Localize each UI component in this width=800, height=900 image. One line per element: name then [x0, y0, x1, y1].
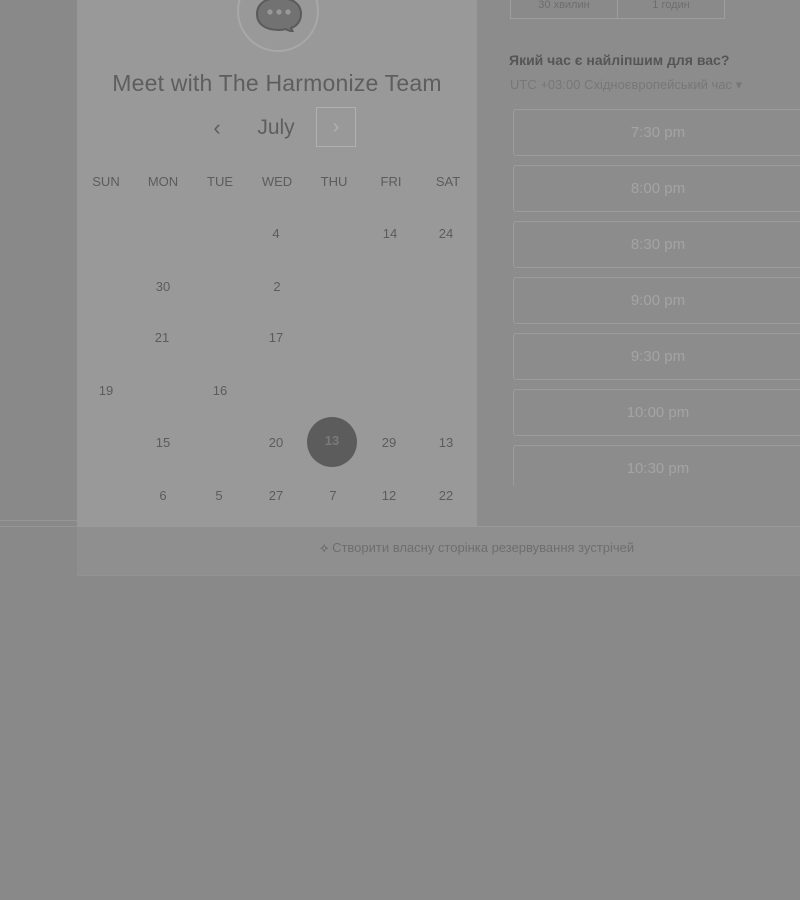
calendar-day[interactable]: 5: [199, 488, 239, 503]
calendar-day[interactable]: 17: [256, 330, 296, 345]
calendar-day[interactable]: 2: [257, 279, 297, 294]
calendar-day[interactable]: 24: [426, 226, 466, 241]
time-slot[interactable]: 10:30 pm: [513, 445, 800, 487]
calendar-day[interactable]: 7: [313, 488, 353, 503]
time-slot[interactable]: 10:00 pm: [513, 389, 800, 436]
create-booking-page-link[interactable]: ⟡ Створити власну сторінка резервування …: [77, 540, 800, 556]
duration-option-30min[interactable]: 30 хвилин: [510, 0, 618, 19]
calendar-day-selected[interactable]: 13: [307, 417, 357, 467]
weekday-header: WED: [261, 174, 293, 189]
calendar-day[interactable]: 22: [426, 488, 466, 503]
weekday-header: SUN: [92, 174, 120, 189]
calendar-day[interactable]: 21: [142, 330, 182, 345]
weekday-header: SAT: [435, 174, 461, 189]
divider: [0, 520, 77, 521]
meeting-title: Meet with The Harmonize Team: [112, 70, 442, 96]
calendar-day[interactable]: 14: [370, 226, 410, 241]
calendar-day[interactable]: 20: [256, 435, 296, 450]
calendar-day[interactable]: 12: [369, 488, 409, 503]
time-slot[interactable]: 9:00 pm: [513, 277, 800, 324]
divider: [0, 526, 77, 527]
time-slot[interactable]: 8:00 pm: [513, 165, 800, 212]
next-month-button[interactable]: ›: [316, 107, 356, 147]
calendar-day[interactable]: 27: [256, 488, 296, 503]
create-booking-page-label: Створити власну сторінка резервування зу…: [332, 540, 635, 555]
weekday-header: MON: [147, 174, 179, 189]
time-slot[interactable]: 9:30 pm: [513, 333, 800, 380]
weekday-header: FRI: [380, 174, 402, 189]
time-slot[interactable]: 8:30 pm: [513, 221, 800, 268]
weekday-header: THU: [320, 174, 348, 189]
hubspot-sprocket-icon: ⟡: [319, 540, 329, 555]
chat-bubble-icon: [255, 0, 303, 32]
calendar-day[interactable]: 15: [143, 435, 183, 450]
duration-option-1hour[interactable]: 1 годин: [617, 0, 725, 19]
month-label: July: [257, 116, 295, 139]
calendar-day[interactable]: 4: [256, 226, 296, 241]
calendar-day[interactable]: 6: [143, 488, 183, 503]
time-question: Який час є найліпшим для вас?: [509, 52, 730, 68]
calendar-day[interactable]: 16: [200, 383, 240, 398]
timezone-select[interactable]: UTC +03:00 Східноєвропейський час ▾: [510, 77, 742, 93]
calendar-day[interactable]: 19: [86, 383, 126, 398]
prev-month-button[interactable]: ‹: [206, 115, 228, 141]
time-slot[interactable]: 7:30 pm: [513, 109, 800, 156]
weekday-header: TUE: [207, 174, 233, 189]
calendar-day[interactable]: 29: [369, 435, 409, 450]
calendar-day[interactable]: 30: [143, 279, 183, 294]
calendar-day[interactable]: 13: [426, 435, 466, 450]
